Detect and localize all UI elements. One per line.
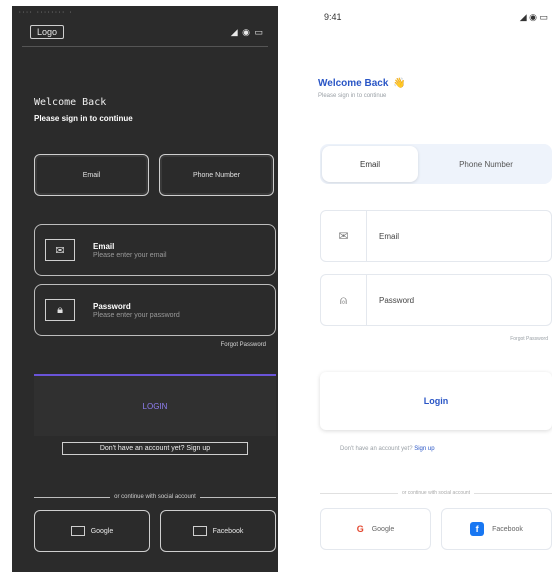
status-strip: ···· ········ · [18,9,73,16]
google-label: Google [371,525,395,533]
tab-phone-number[interactable]: Phone Number [420,144,552,184]
dark-login-screen: ···· ········ · Logo ◢ ◉ ▭ Welcome Back … [12,6,278,572]
facebook-login-button[interactable]: f Facebook [441,508,552,550]
top-bar: Logo ◢ ◉ ▭ [12,20,278,42]
google-icon: G [356,524,364,534]
page-subtitle: Please sign in to continue [318,93,387,99]
status-icons: ◢ ◉ ▭ [519,11,548,22]
facebook-icon: f [470,522,485,536]
lock-icon: ⍝ [321,275,367,325]
login-method-switch: Email Phone Number [320,144,552,184]
facebook-icon [192,526,207,536]
welcome-text: Welcome Back [318,78,389,89]
google-login-button[interactable]: G Google [320,508,431,550]
signup-link[interactable]: Don't have an account yet? Sign up [62,442,248,455]
login-button[interactable]: Login [320,372,552,430]
wave-emoji-icon: 👋 [393,78,406,89]
forgot-password-link[interactable]: Forgot Password [510,336,548,342]
page-title: Welcome Back 👋 [318,78,552,89]
page-title: Welcome Back [34,97,107,108]
light-login-screen: 9:41 ◢ ◉ ▭ Welcome Back 👋 Please sign in… [300,0,552,579]
signup-prompt: Don't have an account yet? Sign up [340,446,435,452]
password-placeholder: Password [379,295,415,305]
social-divider-text: or continue with social account [401,490,471,496]
tab-email[interactable]: Email [322,146,418,182]
status-icons: ◢ ◉ ▭ [230,26,264,37]
tab-phone-number[interactable]: Phone Number [159,154,274,196]
facebook-label: Facebook [492,525,523,533]
lock-icon: 🔒︎ [45,299,75,321]
password-field[interactable]: 🔒︎ Password Please enter your password [34,284,276,336]
page-subtitle: Please sign in to continue [34,114,133,123]
signup-text: Don't have an account yet? [340,446,415,452]
email-hint: Please enter your email [93,251,167,259]
clock: 9:41 [324,12,342,22]
email-field[interactable]: ✉ Email [320,210,552,262]
google-login-button[interactable]: Google [34,510,150,552]
password-hint: Please enter your password [93,311,180,319]
social-login-row: G Google f Facebook [320,508,552,550]
forgot-password-link[interactable]: Forgot Password [221,342,266,348]
facebook-login-button[interactable]: Facebook [160,510,276,552]
password-label: Password [93,301,131,311]
email-placeholder: Email [379,231,400,241]
google-label: Google [90,527,114,535]
status-bar: 9:41 ◢ ◉ ▭ [300,0,552,34]
mail-icon: ✉ [321,211,367,261]
social-divider: or continue with social account [320,490,552,496]
canvas: ···· ········ · Logo ◢ ◉ ▭ Welcome Back … [0,0,552,579]
email-label: Email [93,241,115,251]
facebook-label: Facebook [212,527,244,535]
divider [22,46,268,47]
social-login-row: Google Facebook [34,510,276,552]
mail-icon: ✉ [45,239,75,261]
google-icon [70,526,85,536]
tab-email[interactable]: Email [34,154,149,196]
signup-link[interactable]: Sign up [414,446,434,452]
social-divider: or continue with social account [34,494,276,500]
social-divider-text: or continue with social account [114,494,196,500]
password-field[interactable]: ⍝ Password [320,274,552,326]
email-field[interactable]: ✉ Email Please enter your email [34,224,276,276]
login-button[interactable]: LOGIN [34,374,276,436]
brand-logo: Logo [30,25,65,39]
login-method-switch: Email Phone Number [34,154,274,196]
